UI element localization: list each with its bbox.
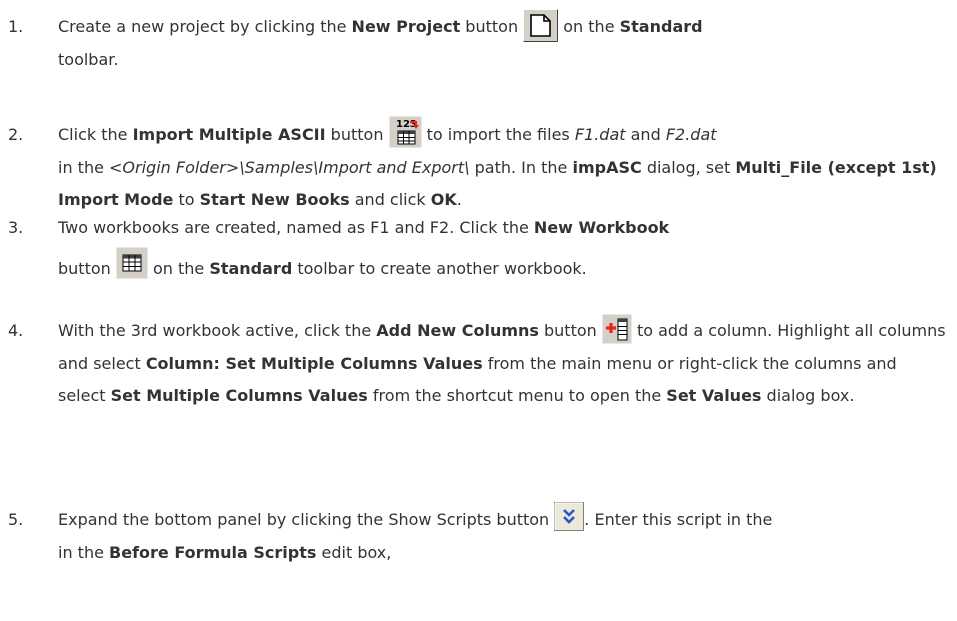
step-text: Expand the bottom panel by clicking the … xyxy=(58,510,555,529)
step-text: to import the files xyxy=(421,125,575,144)
step-text: to xyxy=(173,190,200,209)
ui-term: New Project xyxy=(351,17,461,36)
step-text: path. In the xyxy=(469,157,573,177)
step-text: from the shortcut menu to open the xyxy=(367,386,667,405)
step-text: in the xyxy=(58,157,110,177)
step-text: dialog, set xyxy=(641,157,736,177)
step-text: Two workbooks are created, named as F1 a… xyxy=(58,218,534,237)
file-name: F2.dat xyxy=(665,125,717,144)
step-number: 3. xyxy=(8,218,24,237)
step-text: . Enter this script in the xyxy=(584,510,773,529)
ui-term: Column: Set Multiple Columns Values xyxy=(145,353,483,373)
step-text: and xyxy=(625,125,666,144)
ui-term: Standard xyxy=(209,258,293,278)
new-workbook-icon[interactable] xyxy=(116,247,148,279)
step-4: 4. With the 3rd workbook active, click t… xyxy=(8,314,948,413)
svg-text:123: 123 xyxy=(396,119,417,130)
step-text: button xyxy=(460,17,524,36)
step-text: in the xyxy=(58,542,110,562)
step-text: dialog box. xyxy=(761,386,855,405)
step-text: on the xyxy=(147,258,210,278)
step-number: 2. xyxy=(8,125,24,144)
show-scripts-icon[interactable] xyxy=(554,502,585,531)
step-1: 1. Create a new project by clicking the … xyxy=(8,9,948,77)
folder-path: <Origin Folder>\Samples\Import and Expor… xyxy=(109,157,470,177)
step-number: 1. xyxy=(8,17,24,36)
file-name: F1.dat xyxy=(574,125,626,144)
step-5: 5. Expand the bottom panel by clicking t… xyxy=(8,502,948,569)
ui-term: Standard xyxy=(619,17,703,36)
step-text: . xyxy=(456,190,462,209)
document: 1. Create a new project by clicking the … xyxy=(0,0,957,621)
add-new-columns-icon[interactable] xyxy=(602,314,632,344)
step-text: button xyxy=(58,258,116,278)
step-2: 2. Click the Import Multiple ASCII butto… xyxy=(8,116,948,217)
step-text: button xyxy=(538,321,602,340)
ui-term: Add New Columns xyxy=(376,321,539,340)
step-text: toolbar to create another workbook. xyxy=(292,258,587,278)
ui-term: impASC xyxy=(572,157,642,177)
ui-term: OK xyxy=(430,190,457,209)
step-text: Click the xyxy=(58,125,133,144)
step-text: With the 3rd workbook active, click the xyxy=(58,321,377,340)
new-project-icon[interactable] xyxy=(523,9,559,42)
step-text: toolbar. xyxy=(58,50,119,69)
step-text: button xyxy=(325,125,389,144)
ui-term: Set Values xyxy=(666,386,762,405)
step-3: 3. Two workbooks are created, named as F… xyxy=(8,212,948,285)
step-number: 4. xyxy=(8,321,24,340)
ui-term: New Workbook xyxy=(533,218,670,237)
ui-term: Before Formula Scripts xyxy=(109,542,317,562)
step-text: edit box, xyxy=(316,542,392,562)
ui-term: Start New Books xyxy=(199,190,350,209)
ui-term: Set Multiple Columns Values xyxy=(110,386,368,405)
step-text: Create a new project by clicking the xyxy=(58,17,352,36)
step-text: on the xyxy=(558,17,620,36)
step-text: and click xyxy=(349,190,431,209)
import-multiple-ascii-icon[interactable]: 123 xyxy=(389,116,422,148)
ui-term: Import Multiple ASCII xyxy=(132,125,326,144)
step-number: 5. xyxy=(8,510,24,529)
